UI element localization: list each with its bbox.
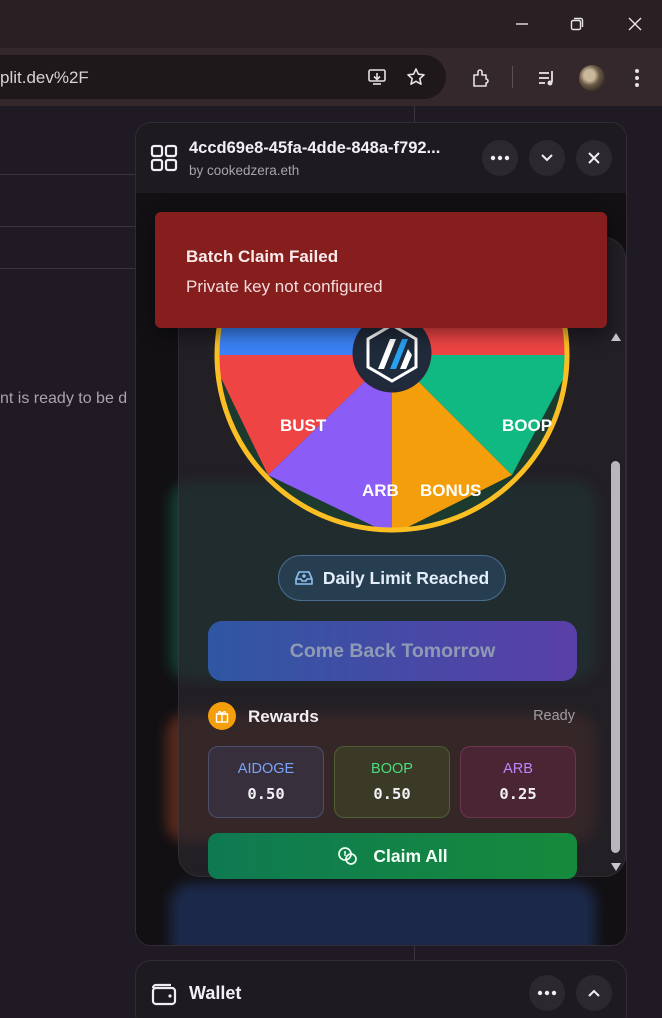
wheel-label-boop: BOOP: [502, 416, 552, 435]
install-app-button[interactable]: [362, 62, 392, 92]
avatar[interactable]: [579, 65, 605, 91]
extensions-icon: [473, 69, 489, 87]
bookmark-button[interactable]: [401, 62, 431, 92]
menu-icon: [635, 69, 639, 87]
panel-close-button[interactable]: [576, 140, 612, 176]
wallet-icon: [151, 983, 177, 1006]
daily-limit-label: Daily Limit Reached: [322, 567, 490, 588]
toast-message: Private key not configured: [186, 277, 383, 296]
wheel-label-arb: ARB: [362, 481, 399, 500]
more-icon: [490, 155, 510, 161]
coins-icon: [338, 847, 358, 865]
rewards-status: Ready: [533, 708, 575, 724]
more-options-button[interactable]: [482, 140, 518, 176]
come-back-tomorrow-button[interactable]: Come Back Tomorrow: [208, 621, 577, 681]
address-bar[interactable]: plit.dev%2F: [0, 55, 446, 99]
gift-icon: [208, 702, 236, 730]
scroll-up-arrow-icon[interactable]: [611, 333, 621, 341]
toolbar-separator: [512, 66, 513, 88]
panel-header: 4ccd69e8-45fa-4dde-848a-f792... by cooke…: [136, 123, 626, 193]
inbox-icon: [295, 571, 313, 585]
install-app-icon: [368, 69, 386, 85]
panel-title: 4ccd69e8-45fa-4dde-848a-f792...: [189, 139, 441, 157]
divider: [0, 226, 135, 227]
media-controls-button[interactable]: [532, 63, 562, 93]
wallet-section[interactable]: Wallet: [135, 960, 627, 1018]
come-back-tomorrow-label: Come Back Tomorrow: [289, 639, 496, 662]
scroll-down-arrow-icon[interactable]: [611, 863, 621, 871]
collapse-button[interactable]: [529, 140, 565, 176]
token-name: ARB: [503, 761, 533, 777]
token-amount: 0.25: [499, 785, 537, 803]
window-titlebar: [0, 0, 662, 48]
close-icon: [588, 152, 600, 164]
scrollbar-thumb[interactable]: [611, 461, 620, 853]
minimize-icon: [516, 23, 528, 25]
background-card: [170, 883, 596, 945]
background-text: nt is ready to be d: [0, 390, 128, 407]
token-tile-boop: BOOP 0.50: [334, 746, 450, 818]
token-tile-arb: ARB 0.25: [460, 746, 576, 818]
token-amount: 0.50: [373, 785, 411, 803]
token-name: AIDOGE: [237, 761, 295, 777]
token-name: BOOP: [371, 761, 413, 777]
close-icon: [628, 17, 642, 31]
rewards-title: Rewards: [248, 707, 319, 726]
chevron-down-icon: [541, 154, 553, 162]
window-close-button[interactable]: [619, 8, 651, 40]
claim-all-button[interactable]: Claim All: [208, 833, 577, 879]
browser-menu-button[interactable]: [622, 63, 652, 93]
claim-all-label: Claim All: [373, 845, 448, 866]
divider: [0, 268, 135, 269]
wheel-label-bonus: BONUS: [420, 481, 481, 500]
toast-title: Batch Claim Failed: [186, 247, 339, 266]
divider: [0, 174, 135, 175]
grid-icon: [150, 144, 178, 172]
daily-limit-badge: Daily Limit Reached: [278, 555, 506, 601]
extensions-button[interactable]: [466, 63, 496, 93]
url-text[interactable]: plit.dev%2F: [0, 68, 89, 88]
panel-author: by cookedzera.eth: [189, 163, 300, 178]
chevron-up-icon: [588, 989, 600, 997]
wallet-expand-button[interactable]: [576, 975, 612, 1011]
token-tile-aidoge: AIDOGE 0.50: [208, 746, 324, 818]
restore-icon: [570, 17, 584, 31]
browser-toolbar: plit.dev%2F: [0, 48, 662, 106]
minimize-button[interactable]: [506, 8, 538, 40]
token-amount: 0.50: [247, 785, 285, 803]
restore-button[interactable]: [561, 8, 593, 40]
wallet-title: Wallet: [189, 983, 242, 1003]
error-toast[interactable]: Batch Claim Failed Private key not confi…: [155, 212, 607, 328]
star-icon: [407, 68, 425, 85]
media-icon: [539, 71, 553, 86]
wheel-label-bust: BUST: [280, 416, 327, 435]
wallet-more-button[interactable]: [529, 975, 565, 1011]
more-icon: [537, 990, 557, 996]
